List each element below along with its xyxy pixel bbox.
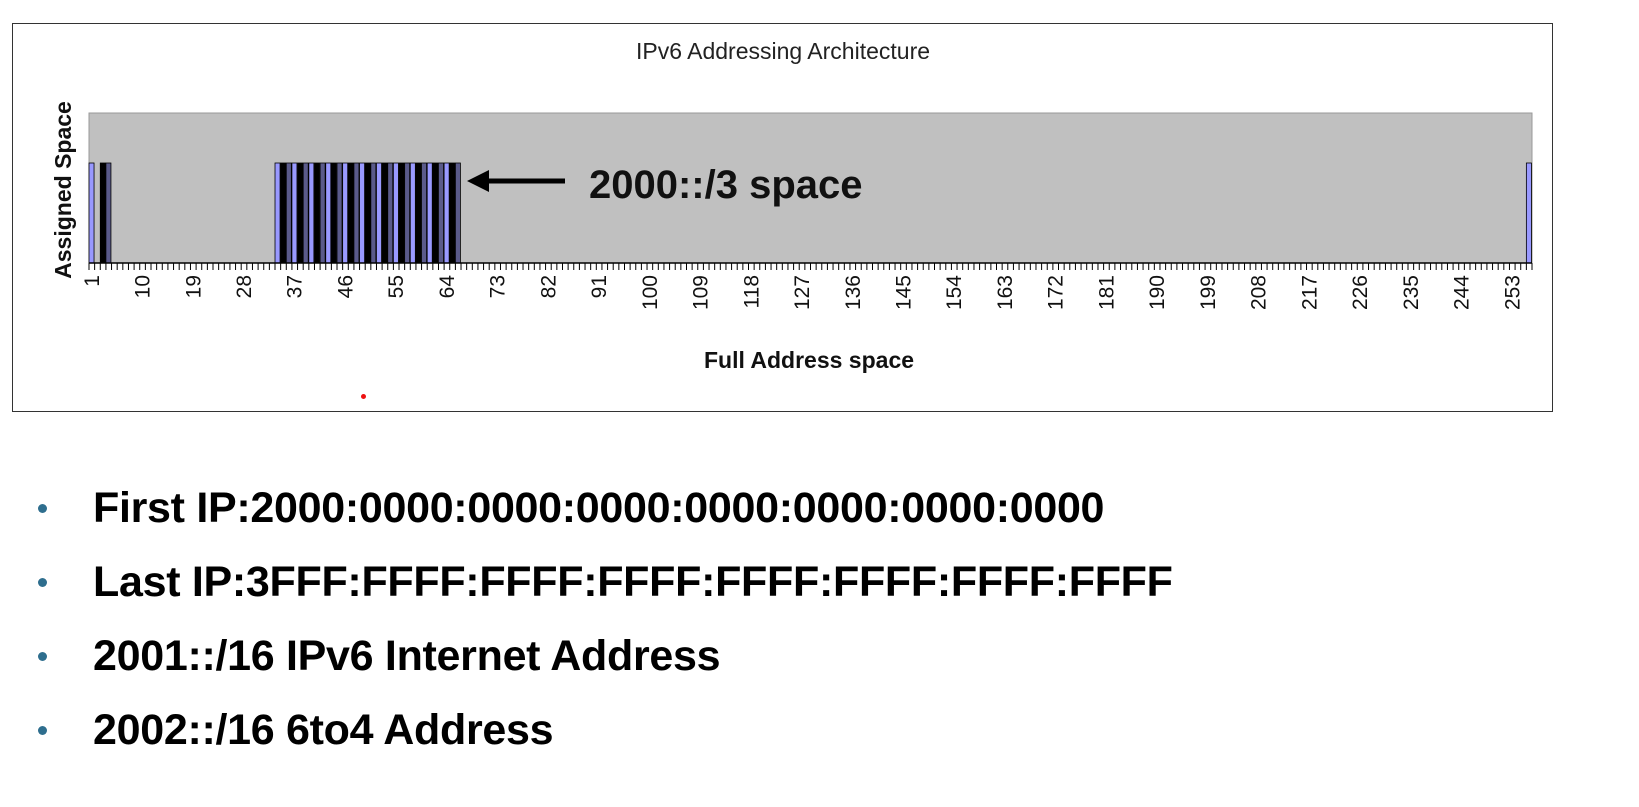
x-tick-label: 19 <box>182 275 205 298</box>
bar-61 <box>426 162 433 264</box>
x-tick-label: 100 <box>639 275 662 310</box>
x-tick-label: 235 <box>1400 275 1423 310</box>
bar-55 <box>392 162 399 264</box>
bullet-text: First IP:2000:0000:0000:0000:0000:0000:0… <box>93 483 1105 532</box>
bullet-item: First IP:2000:0000:0000:0000:0000:0000:0… <box>38 478 1104 538</box>
x-tick-label: 190 <box>1146 275 1169 310</box>
x-tick-label: 73 <box>487 275 510 298</box>
bar-41 <box>314 162 320 264</box>
bar-57 <box>404 162 411 264</box>
bar-47 <box>347 162 354 264</box>
bar-59 <box>415 162 422 264</box>
bar-56 <box>398 162 405 264</box>
bar-34 <box>274 162 281 264</box>
x-tick-label: 1 <box>81 275 104 287</box>
bullet-item: Last IP:3FFF:FFFF:FFFF:FFFF:FFFF:FFFF:FF… <box>38 552 1173 612</box>
bar-3 <box>99 162 106 264</box>
x-axis-tick-labels: 1 10 19 28 37 46 55 64 73 82 91 100 109 118 127 136 145 1… <box>81 275 1524 310</box>
bullet-text: 2001::/16 IPv6 Internet Address <box>93 631 721 680</box>
bar-52 <box>376 162 382 264</box>
chart-title: IPv6 Addressing Architecture <box>636 38 930 64</box>
bar-53 <box>381 162 388 264</box>
x-tick-label: 82 <box>537 275 560 298</box>
bar-42 <box>319 162 326 264</box>
bar-54 <box>387 162 394 264</box>
x-tick-label: 199 <box>1197 275 1220 310</box>
x-tick-label: 118 <box>740 275 763 308</box>
bar-46 <box>342 162 349 264</box>
bar-49 <box>359 162 365 264</box>
bar-1 <box>88 162 95 264</box>
bar-50 <box>364 162 371 264</box>
x-tick-label: 136 <box>842 275 865 310</box>
annotation-label: 2000::/3 space <box>589 163 863 207</box>
x-tick-label: 28 <box>233 275 256 298</box>
bar-63 <box>438 162 444 264</box>
bar-44 <box>330 162 337 264</box>
bar-48 <box>353 162 360 264</box>
bar-45 <box>336 162 343 264</box>
x-tick-label: 217 <box>1298 275 1321 310</box>
bar-38 <box>297 162 303 264</box>
x-tick-label: 127 <box>791 275 814 310</box>
x-tick-label: 226 <box>1349 275 1372 310</box>
bar-36 <box>285 162 292 264</box>
x-tick-label: 10 <box>132 275 155 298</box>
bullet-icon <box>38 651 47 661</box>
x-tick-label: 253 <box>1501 275 1524 310</box>
pointer-dot <box>361 394 366 399</box>
bar-58 <box>409 162 416 264</box>
x-tick-label: 109 <box>690 275 713 310</box>
bullet-text: Last IP:3FFF:FFFF:FFFF:FFFF:FFFF:FFFF:FF… <box>93 557 1173 606</box>
x-tick-label: 172 <box>1045 275 1068 310</box>
chart-svg: IPv6 Addressing Architecture Assigned Sp… <box>50 38 1533 373</box>
x-tick-label: 55 <box>385 275 408 298</box>
x-axis-ticks <box>88 263 1533 270</box>
x-tick-label: 37 <box>284 275 307 298</box>
bar-256 <box>1525 162 1532 264</box>
bullet-icon <box>38 503 47 513</box>
y-axis-label: Assigned Space <box>50 101 76 279</box>
bullet-item: 2002::/16 6to4 Address <box>38 700 554 760</box>
bullet-item: 2001::/16 IPv6 Internet Address <box>38 626 721 686</box>
bar-64 <box>443 162 450 264</box>
bar-62 <box>432 162 439 264</box>
x-tick-label: 46 <box>334 275 357 298</box>
bullet-icon <box>38 577 47 587</box>
bar-43 <box>325 162 332 264</box>
x-tick-label: 208 <box>1248 275 1271 310</box>
x-tick-label: 91 <box>588 275 611 298</box>
bar-37 <box>291 162 298 264</box>
bar-60 <box>421 162 428 264</box>
chart-frame: IPv6 Addressing Architecture Assigned Sp… <box>12 23 1553 412</box>
bar-39 <box>302 162 309 264</box>
x-tick-label: 181 <box>1095 275 1118 310</box>
x-tick-label: 244 <box>1451 275 1474 310</box>
x-axis-label: Full Address space <box>704 347 914 373</box>
bullet-text: 2002::/16 6to4 Address <box>93 705 554 754</box>
x-tick-label: 145 <box>893 275 916 310</box>
bar-4 <box>105 162 112 264</box>
bar-66 <box>454 162 461 264</box>
x-tick-label: 163 <box>994 275 1017 310</box>
bar-40 <box>308 162 315 264</box>
bullet-icon <box>38 725 47 735</box>
bar-65 <box>449 162 456 264</box>
bar-51 <box>370 162 377 264</box>
bar-35 <box>280 162 287 264</box>
x-tick-label: 64 <box>436 275 459 299</box>
x-tick-label: 154 <box>943 275 966 310</box>
